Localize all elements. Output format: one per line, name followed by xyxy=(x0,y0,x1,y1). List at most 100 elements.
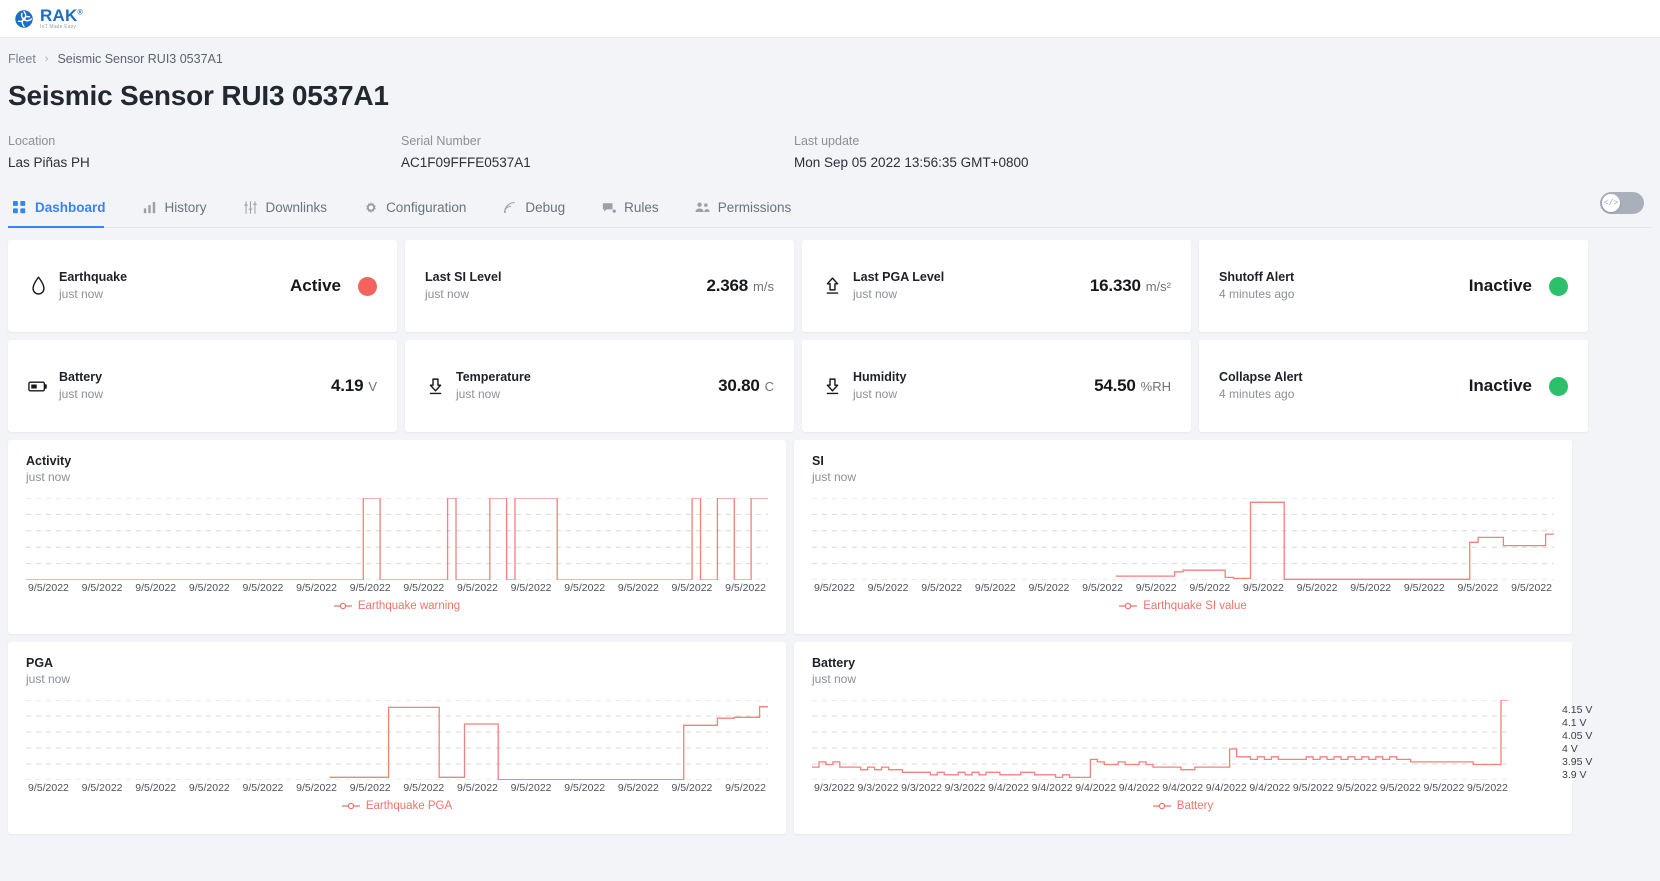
x-tick-label: 9/5/2022 xyxy=(1292,782,1334,794)
x-tick-label: 9/5/2022 xyxy=(510,582,552,594)
chart-legend[interactable]: Earthquake warning xyxy=(26,600,768,612)
x-tick-label: 9/3/2022 xyxy=(857,782,899,794)
dashboard-page: RAK® IoT Made Easy Fleet › Seismic Senso… xyxy=(0,0,1660,881)
rak-logo[interactable]: RAK® IoT Made Easy xyxy=(14,7,83,30)
tab-downlinks[interactable]: Downlinks xyxy=(237,190,342,227)
chart-legend[interactable]: Earthquake SI value xyxy=(812,600,1554,612)
x-axis-labels: 9/5/2022 9/5/2022 9/5/2022 9/5/2022 9/5/2022… xyxy=(812,582,1554,594)
tab-debug[interactable]: Debug xyxy=(496,190,579,227)
pga-plot[interactable] xyxy=(26,700,768,780)
stat-timestamp: just now xyxy=(853,387,898,402)
x-tick-label: 9/5/2022 xyxy=(1423,782,1465,794)
x-tick-label: 9/5/2022 xyxy=(457,782,498,794)
stat-card-humidity[interactable]: Humidity just now 54.50 %RH xyxy=(802,340,1191,432)
tab-configuration[interactable]: Configuration xyxy=(357,190,480,227)
x-tick-label: 9/5/2022 xyxy=(296,582,337,594)
legend-marker-icon xyxy=(333,602,352,610)
stat-label: Earthquake xyxy=(59,269,128,284)
meta-serial-label: Serial Number xyxy=(401,134,481,148)
x-tick-label: 9/5/2022 xyxy=(1403,582,1445,594)
x-tick-label: 9/5/2022 xyxy=(564,582,606,594)
tab-history-label: History xyxy=(164,200,207,215)
x-tick-label: 9/5/2022 xyxy=(242,782,284,794)
code-view-toggle[interactable]: </> xyxy=(1600,192,1644,214)
stat-timestamp: just now xyxy=(425,287,470,302)
chart-subtitle: just now xyxy=(26,672,71,686)
x-tick-label: 9/4/2022 xyxy=(1162,782,1204,794)
x-tick-label: 9/5/2022 xyxy=(188,582,230,594)
x-tick-label: 9/5/2022 xyxy=(135,782,177,794)
x-tick-label: 9/5/2022 xyxy=(725,582,766,594)
plot-area xyxy=(26,498,768,580)
tab-permissions[interactable]: Permissions xyxy=(689,190,806,227)
si-plot[interactable] xyxy=(812,498,1554,580)
y-tick-label: 3.9 V xyxy=(1562,768,1587,781)
x-tick-label: 9/5/2022 xyxy=(867,582,909,594)
brand-trademark: ® xyxy=(77,9,83,17)
battery-icon xyxy=(28,375,48,397)
brand-tagline: IoT Made Easy xyxy=(40,24,77,30)
stat-card-last-si-level[interactable]: Last SI Level just now 2.368 m/s xyxy=(405,240,794,332)
chart-title: PGA xyxy=(26,656,54,670)
meta-last-update-value: Mon Sep 05 2022 13:56:35 GMT+0800 xyxy=(794,155,1029,170)
y-tick-label: 3.95 V xyxy=(1562,755,1593,768)
x-tick-label: 9/5/2022 xyxy=(1028,582,1070,594)
x-tick-label: 9/5/2022 xyxy=(1243,582,1284,594)
tab-history[interactable]: History xyxy=(136,190,221,227)
x-tick-label: 9/3/2022 xyxy=(814,782,855,794)
stat-card-shutoff-alert[interactable]: Shutoff Alert 4 minutes ago Inactive xyxy=(1199,240,1588,332)
breadcrumb-fleet-link[interactable]: Fleet xyxy=(8,52,36,66)
stat-card-collapse-alert[interactable]: Collapse Alert 4 minutes ago Inactive xyxy=(1199,340,1588,432)
stat-unit: m/s² xyxy=(1145,279,1171,294)
tab-downlinks-label: Downlinks xyxy=(265,200,328,215)
tab-rules[interactable]: Rules xyxy=(595,190,673,227)
tab-configuration-label: Configuration xyxy=(386,200,467,215)
stat-unit: m/s xyxy=(753,279,774,294)
stat-value: 16.330 xyxy=(1089,276,1141,295)
battery-plot[interactable] xyxy=(812,700,1508,780)
y-tick-label: 4.05 V xyxy=(1562,730,1593,743)
x-tick-label: 9/5/2022 xyxy=(1189,582,1231,594)
chart-card-activity: Activity just now 9/5/2022 9/5/2022 9/5/20… xyxy=(8,440,786,634)
x-tick-label: 9/5/2022 xyxy=(296,782,337,794)
stat-value: 30.80 xyxy=(718,376,760,395)
status-text: Active xyxy=(289,276,341,295)
x-tick-label: 9/5/2022 xyxy=(403,582,445,594)
stat-card-temperature[interactable]: Temperature just now 30.80 C xyxy=(405,340,794,432)
x-tick-label: 9/5/2022 xyxy=(1457,582,1499,594)
x-tick-label: 9/5/2022 xyxy=(1466,782,1508,794)
tab-rules-label: Rules xyxy=(624,200,659,215)
x-tick-label: 9/5/2022 xyxy=(617,582,659,594)
page-title: Seismic Sensor RUI3 0537A1 xyxy=(8,80,389,111)
brand-name: RAK xyxy=(40,6,78,25)
tab-dashboard[interactable]: Dashboard xyxy=(8,190,120,228)
stat-value: 4.19 xyxy=(331,376,364,395)
gear-icon xyxy=(363,200,378,215)
status-badge xyxy=(1549,276,1568,296)
tab-permissions-label: Permissions xyxy=(717,200,792,215)
legend-label: Earthquake PGA xyxy=(365,800,453,812)
x-tick-label: 9/4/2022 xyxy=(1205,782,1247,794)
x-tick-label: 9/4/2022 xyxy=(1075,782,1117,794)
series-line xyxy=(330,707,769,780)
meta-last-update: Last update Mon Sep 05 2022 13:56:35 GMT… xyxy=(794,134,1214,170)
stat-card-last-pga-level[interactable]: Last PGA Level just now 16.330 m/s² xyxy=(802,240,1191,332)
chart-subtitle: just now xyxy=(26,470,71,484)
breadcrumb-current: Seismic Sensor RUI3 0537A1 xyxy=(57,52,223,66)
status-badge xyxy=(358,276,377,296)
status-text: Inactive xyxy=(1468,276,1532,295)
stat-card-battery[interactable]: Battery just now 4.19 V xyxy=(8,340,397,432)
chart-legend[interactable]: Earthquake PGA xyxy=(26,800,768,812)
stat-card-earthquake[interactable]: Earthquake just now Active xyxy=(8,240,397,332)
chart-title: SI xyxy=(812,454,824,468)
activity-plot[interactable] xyxy=(26,498,768,580)
x-tick-label: 9/3/2022 xyxy=(944,782,986,794)
chart-card-si: SI just now 9/5/2022 9/5/2022 9/5/2022 9/5/… xyxy=(794,440,1572,634)
meta-location-label: Location xyxy=(8,134,56,148)
arrow-up-bar-icon xyxy=(822,275,842,297)
x-tick-label: 9/5/2022 xyxy=(28,782,69,794)
x-tick-label: 9/5/2022 xyxy=(974,582,1016,594)
x-tick-label: 9/4/2022 xyxy=(1249,782,1291,794)
x-tick-label: 9/5/2022 xyxy=(1296,582,1338,594)
chart-legend[interactable]: Battery xyxy=(812,800,1554,812)
